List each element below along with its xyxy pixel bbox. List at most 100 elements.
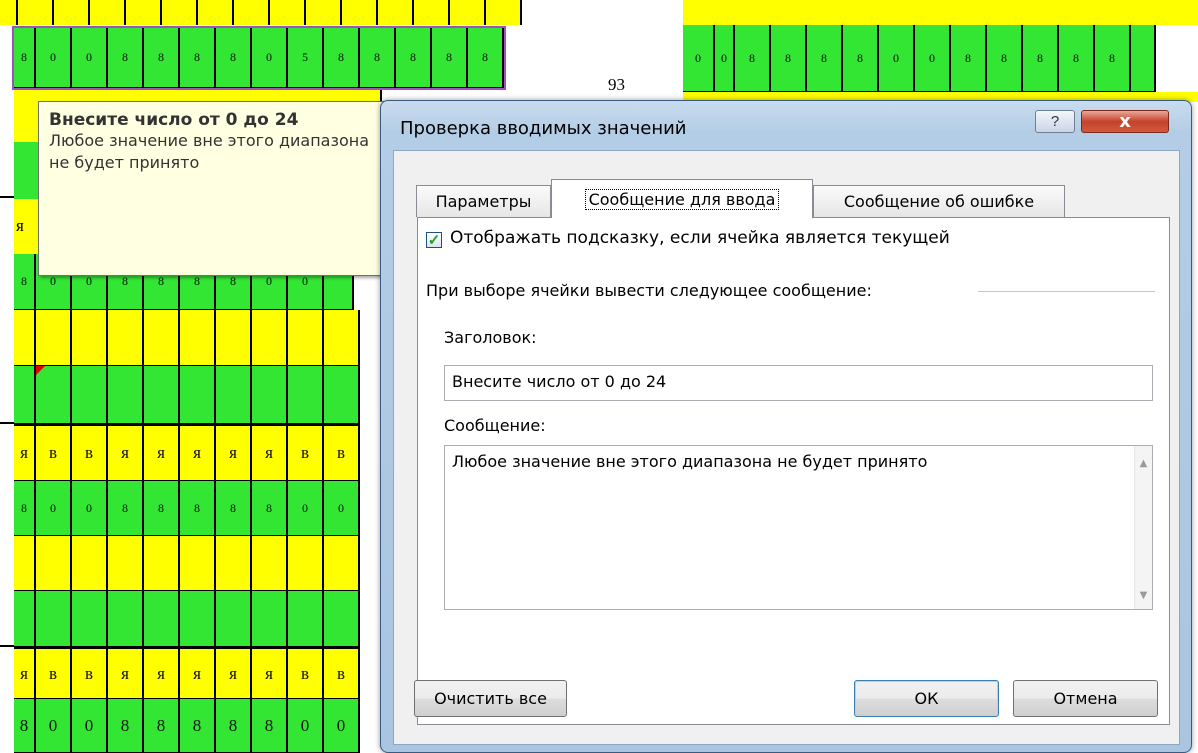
cell[interactable] (108, 536, 144, 591)
cell[interactable] (288, 536, 324, 591)
cell[interactable]: 8 (108, 481, 144, 536)
cell[interactable]: 8 (108, 699, 144, 753)
cell[interactable]: 8 (14, 699, 36, 753)
cell[interactable]: 8 (843, 25, 879, 92)
cell[interactable] (414, 0, 450, 25)
cell[interactable] (72, 366, 108, 424)
cell[interactable]: я (216, 426, 252, 481)
cell[interactable]: 8 (360, 28, 396, 88)
cell[interactable] (14, 536, 36, 591)
cell[interactable] (14, 310, 36, 366)
cell[interactable] (36, 310, 72, 366)
message-textarea[interactable]: Любое значение вне этого диапазона не бу… (444, 445, 1153, 610)
cell[interactable]: 0 (683, 25, 715, 92)
cell[interactable]: 5 (288, 28, 324, 88)
cell[interactable]: 0 (72, 699, 108, 753)
cell[interactable] (180, 591, 216, 647)
cell[interactable] (288, 310, 324, 366)
cell[interactable]: 8 (144, 28, 180, 88)
cell[interactable] (342, 0, 378, 25)
cell[interactable]: 0 (915, 25, 951, 92)
cell[interactable]: 8 (180, 699, 216, 753)
cell[interactable] (1131, 25, 1156, 92)
cell[interactable] (144, 536, 180, 591)
scroll-down-icon[interactable]: ▼ (1135, 590, 1152, 601)
cell[interactable] (216, 536, 252, 591)
cell[interactable]: 8 (14, 254, 36, 310)
cell[interactable]: я (180, 426, 216, 481)
cell[interactable]: в (36, 649, 72, 699)
cell[interactable]: 8 (252, 481, 288, 536)
cell[interactable] (216, 366, 252, 424)
tab-input-message[interactable]: Сообщение для ввода (551, 179, 813, 218)
close-button[interactable]: x (1081, 110, 1169, 133)
cell[interactable] (180, 310, 216, 366)
cell[interactable]: 8 (144, 699, 180, 753)
cell[interactable] (144, 310, 180, 366)
cell[interactable]: 8 (324, 28, 360, 88)
cell[interactable] (54, 0, 90, 25)
cell[interactable]: 0 (36, 28, 72, 88)
cell[interactable] (36, 536, 72, 591)
cell[interactable]: 0 (252, 28, 288, 88)
cell[interactable]: в (72, 426, 108, 481)
cell[interactable]: 8 (468, 28, 504, 88)
cell[interactable]: 0 (324, 699, 360, 753)
cell[interactable]: 8 (108, 28, 144, 88)
cell[interactable]: в (288, 649, 324, 699)
cell[interactable] (36, 366, 72, 424)
cell[interactable]: в (324, 649, 360, 699)
tab-error-message[interactable]: Сообщение об ошибке (813, 185, 1065, 217)
cell[interactable]: 0 (715, 25, 735, 92)
cell[interactable]: 8 (807, 25, 843, 92)
cell[interactable] (252, 591, 288, 647)
cell[interactable] (486, 0, 522, 25)
cell[interactable] (288, 591, 324, 647)
cell[interactable]: 8 (951, 25, 987, 92)
cell[interactable]: 8 (144, 481, 180, 536)
cell[interactable]: я (108, 649, 144, 699)
help-button[interactable]: ? (1035, 110, 1075, 133)
cell[interactable] (180, 536, 216, 591)
cell[interactable] (324, 366, 360, 424)
cell[interactable] (450, 0, 486, 25)
cell[interactable]: в (288, 426, 324, 481)
cell[interactable]: 8 (1059, 25, 1095, 92)
cell[interactable] (306, 0, 342, 25)
cell[interactable]: 0 (288, 481, 324, 536)
cell[interactable] (108, 310, 144, 366)
cell[interactable] (252, 310, 288, 366)
cell[interactable]: в (324, 426, 360, 481)
cell[interactable] (72, 310, 108, 366)
cell[interactable]: 8 (771, 25, 807, 92)
cell[interactable]: 8 (252, 699, 288, 753)
cell[interactable]: я (108, 426, 144, 481)
cell[interactable] (162, 0, 198, 25)
clear-all-button[interactable]: Очистить все (414, 680, 567, 717)
cell[interactable]: 8 (1095, 25, 1131, 92)
cell[interactable]: я (216, 649, 252, 699)
cell[interactable] (288, 366, 324, 424)
cell[interactable]: я (14, 426, 36, 481)
cell[interactable] (108, 366, 144, 424)
cell[interactable] (252, 366, 288, 424)
cell[interactable]: я (144, 426, 180, 481)
cell[interactable] (144, 591, 180, 647)
cell[interactable]: 0 (72, 28, 108, 88)
ok-button[interactable]: ОК (854, 680, 999, 717)
cell[interactable] (90, 0, 126, 25)
cell[interactable]: 8 (14, 481, 36, 536)
cell[interactable] (72, 591, 108, 647)
cell[interactable]: я (14, 649, 36, 699)
cell[interactable]: 8 (180, 481, 216, 536)
textarea-scrollbar[interactable]: ▲ ▼ (1134, 446, 1152, 609)
scroll-up-icon[interactable]: ▲ (1135, 458, 1152, 469)
cell[interactable] (14, 591, 36, 647)
cell[interactable] (252, 536, 288, 591)
cell[interactable] (180, 366, 216, 424)
cell[interactable] (216, 591, 252, 647)
cell[interactable]: 8 (735, 25, 771, 92)
cell[interactable]: 8 (180, 28, 216, 88)
cell[interactable] (198, 0, 234, 25)
cell[interactable]: 8 (987, 25, 1023, 92)
